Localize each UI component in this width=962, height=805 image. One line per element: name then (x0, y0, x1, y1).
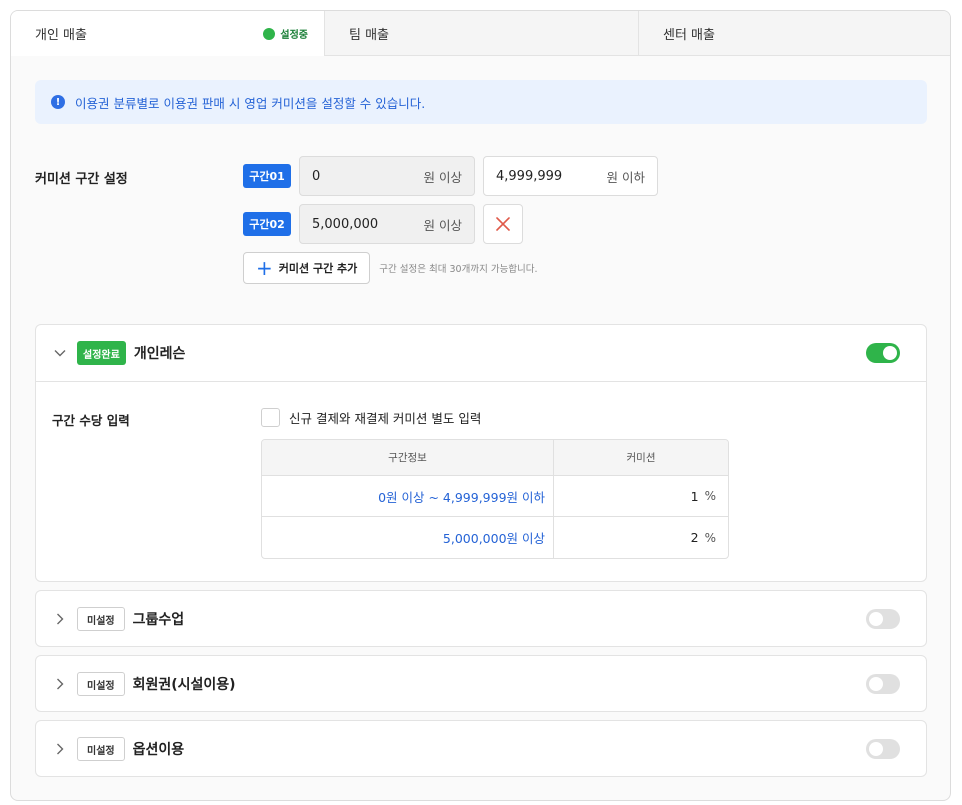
enable-toggle[interactable] (866, 343, 900, 363)
commission-table: 구간정보 커미션 0원 이상 ~ 4,999,999원 이하 1 % 5,000… (261, 439, 729, 559)
tab-bar: 개인 매출 설정중 팀 매출 센터 매출 (11, 11, 950, 56)
notice-text: 이용권 분류별로 이용권 판매 시 영업 커미션을 설정할 수 있습니다. (75, 95, 426, 111)
info-icon: ! (51, 95, 65, 109)
section-header[interactable]: 미설정 회원권(시설이용) (36, 656, 926, 712)
section-title: 그룹수업 (132, 612, 185, 628)
section-body: 구간 수당 입력 신규 결제와 재결제 커미션 별도 입력 구간정보 커미션 0… (36, 381, 926, 581)
info-notice: ! 이용권 분류별로 이용권 판매 시 영업 커미션을 설정할 수 있습니다. (35, 80, 927, 124)
commission-value: 1 (690, 488, 699, 504)
range-badge: 구간02 (243, 212, 291, 236)
tab-team-sales[interactable]: 팀 매출 (325, 11, 639, 56)
section-header[interactable]: 설정완료 개인레슨 (36, 325, 926, 381)
status-dot-icon (263, 27, 276, 40)
table-row: 0원 이상 ~ 4,999,999원 이하 1 % (262, 476, 728, 517)
section-title: 옵션이용 (132, 742, 185, 758)
add-range-row: + 커미션 구간 추가 구간 설정은 최대 30개까지 가능합니다. (243, 252, 538, 284)
enable-toggle[interactable] (866, 739, 900, 759)
range-to-input[interactable]: 4,999,999 원 이하 (483, 156, 658, 196)
tab-center-sales[interactable]: 센터 매출 (639, 11, 950, 56)
category-section-personal-lesson: 설정완료 개인레슨 구간 수당 입력 신규 결제와 재결제 커미션 별도 입력 … (35, 324, 927, 582)
table-row: 5,000,000원 이상 2 % (262, 517, 728, 558)
commission-input-label: 구간 수당 입력 (52, 413, 130, 428)
delete-range-button[interactable] (483, 204, 523, 244)
range-info-cell: 0원 이상 ~ 4,999,999원 이하 (262, 476, 554, 516)
commission-input[interactable]: 1 % (554, 476, 728, 516)
status-badge: 미설정 (77, 607, 125, 631)
status-badge: 설정완료 (77, 341, 126, 365)
category-section-membership: 미설정 회원권(시설이용) (35, 655, 927, 712)
range-to-unit: 원 이하 (606, 169, 645, 185)
chevron-right-icon[interactable] (52, 741, 68, 757)
percent-unit: % (704, 530, 716, 545)
plus-icon: + (256, 256, 273, 280)
range-from-value: 5,000,000 (312, 216, 379, 232)
range-from-field: 5,000,000 원 이상 (299, 204, 475, 244)
commission-value: 2 (690, 530, 699, 545)
add-range-label: 커미션 구간 추가 (278, 262, 358, 275)
chevron-right-icon[interactable] (52, 676, 68, 692)
separate-input-option[interactable]: 신규 결제와 재결제 커미션 별도 입력 (261, 408, 481, 427)
status-badge: 미설정 (77, 737, 125, 761)
range-from-field: 0 원 이상 (299, 156, 475, 196)
range-limit-hint: 구간 설정은 최대 30개까지 가능합니다. (379, 264, 538, 275)
range-row-1: 구간01 0 원 이상 4,999,999 원 이하 (243, 156, 658, 196)
range-info-cell: 5,000,000원 이상 (262, 517, 554, 558)
column-header-commission: 커미션 (626, 452, 656, 464)
range-badge: 구간01 (243, 164, 291, 188)
range-from-value: 0 (312, 168, 321, 184)
range-to-value: 4,999,999 (496, 168, 563, 184)
section-header[interactable]: 미설정 옵션이용 (36, 721, 926, 777)
tab-status-label: 설정중 (280, 30, 308, 41)
commission-input[interactable]: 2 % (554, 517, 728, 558)
category-section-options: 미설정 옵션이용 (35, 720, 927, 777)
tab-personal-sales[interactable]: 개인 매출 설정중 (11, 11, 325, 56)
tab-label: 개인 매출 (35, 28, 87, 43)
section-title: 개인레슨 (133, 346, 186, 362)
chevron-right-icon[interactable] (52, 611, 68, 627)
enable-toggle[interactable] (866, 609, 900, 629)
section-title: 회원권(시설이용) (132, 677, 236, 693)
category-section-group-class: 미설정 그룹수업 (35, 590, 927, 647)
enable-toggle[interactable] (866, 674, 900, 694)
chevron-down-icon[interactable] (52, 345, 68, 361)
table-header: 구간정보 커미션 (262, 440, 728, 476)
section-header[interactable]: 미설정 그룹수업 (36, 591, 926, 647)
range-from-unit: 원 이상 (423, 217, 462, 233)
sales-commission-panel: 개인 매출 설정중 팀 매출 센터 매출 ! 이용권 분류별로 이용권 판매 시… (10, 10, 951, 801)
tab-status: 설정중 (263, 11, 308, 56)
range-settings-label: 커미션 구간 설정 (35, 172, 128, 187)
close-icon (496, 217, 510, 231)
separate-input-checkbox[interactable] (261, 408, 280, 427)
tab-label: 센터 매출 (663, 27, 715, 43)
column-header-range: 구간정보 (262, 440, 554, 475)
range-from-unit: 원 이상 (423, 169, 462, 185)
add-range-button[interactable]: + 커미션 구간 추가 (243, 252, 371, 284)
checkbox-label: 신규 결제와 재결제 커미션 별도 입력 (289, 411, 482, 426)
tab-label: 팀 매출 (349, 27, 390, 43)
range-row-2: 구간02 5,000,000 원 이상 (243, 204, 523, 244)
percent-unit: % (704, 489, 716, 503)
status-badge: 미설정 (77, 672, 125, 696)
